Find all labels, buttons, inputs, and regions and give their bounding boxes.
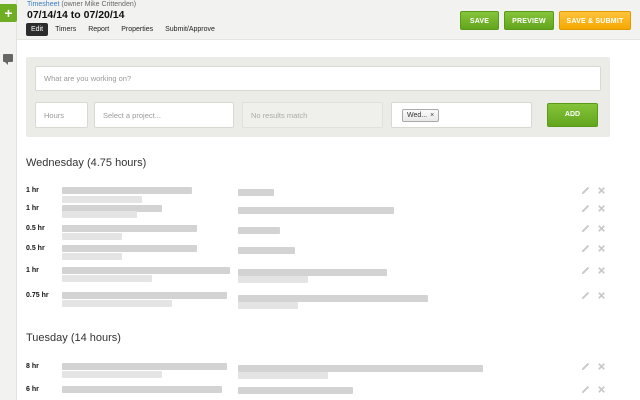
preview-button[interactable]: PREVIEW bbox=[504, 11, 554, 30]
pencil-icon[interactable] bbox=[580, 265, 591, 276]
pencil-icon[interactable] bbox=[580, 243, 591, 254]
tab-report[interactable]: Report bbox=[83, 23, 114, 36]
time-entry: 8 hr bbox=[26, 361, 612, 383]
project-select[interactable]: Select a project... bbox=[94, 102, 234, 128]
entry-notes-redacted bbox=[238, 269, 387, 276]
close-icon[interactable] bbox=[596, 223, 607, 234]
day-tag: Wed... × bbox=[402, 109, 440, 122]
pencil-icon[interactable] bbox=[580, 185, 591, 196]
entry-notes-redacted bbox=[238, 247, 295, 254]
entry-hours: 0.5 hr bbox=[26, 225, 45, 232]
entry-hours: 6 hr bbox=[26, 386, 39, 393]
entry-hours: 1 hr bbox=[26, 205, 39, 212]
pencil-icon[interactable] bbox=[580, 384, 591, 395]
entry-project-redacted bbox=[62, 187, 192, 194]
close-icon[interactable] bbox=[596, 185, 607, 196]
entry-project-redacted bbox=[62, 245, 197, 252]
entry-project-redacted bbox=[62, 386, 222, 393]
comment-icon[interactable] bbox=[3, 54, 13, 65]
entry-client-redacted bbox=[62, 211, 137, 218]
entry-hours: 1 hr bbox=[26, 187, 39, 194]
entry-notes-redacted bbox=[238, 189, 274, 196]
tab-properties[interactable]: Properties bbox=[116, 23, 158, 36]
day-title-wednesday: Wednesday (4.75 hours) bbox=[26, 157, 147, 169]
task-select-disabled: No results match bbox=[242, 102, 383, 128]
time-entry: 0.75 hr bbox=[26, 290, 612, 312]
entry-notes-redacted bbox=[238, 295, 428, 302]
tag-remove-icon[interactable]: × bbox=[430, 112, 434, 119]
entry-notes-redacted bbox=[238, 207, 394, 214]
entry-project-redacted bbox=[62, 225, 197, 232]
entry-client-redacted bbox=[62, 371, 162, 378]
close-icon[interactable] bbox=[596, 361, 607, 372]
save-button[interactable]: SAVE bbox=[460, 11, 499, 30]
close-icon[interactable] bbox=[596, 203, 607, 214]
add-timesheet-button[interactable]: + bbox=[0, 4, 17, 22]
day-select[interactable]: Wed... × bbox=[391, 102, 532, 128]
entry-notes-redacted bbox=[238, 276, 308, 283]
tab-edit[interactable]: Edit bbox=[26, 23, 49, 36]
entry-project-redacted bbox=[62, 363, 227, 370]
time-entry: 0.5 hr bbox=[26, 223, 612, 245]
tab-bar: Edit Timers Report Properties Submit/App… bbox=[26, 23, 220, 36]
entry-client-redacted bbox=[62, 275, 152, 282]
add-entry-button[interactable]: ADD bbox=[547, 103, 598, 127]
task-input[interactable]: What are you working on? bbox=[35, 66, 601, 91]
entry-client-redacted bbox=[62, 253, 122, 260]
breadcrumb-timesheet-link[interactable]: Timesheet bbox=[27, 1, 59, 8]
entry-notes-redacted bbox=[238, 387, 353, 394]
pencil-icon[interactable] bbox=[580, 203, 591, 214]
close-icon[interactable] bbox=[596, 384, 607, 395]
tab-timers[interactable]: Timers bbox=[50, 23, 81, 36]
day-title-tuesday: Tuesday (14 hours) bbox=[26, 332, 121, 344]
pencil-icon[interactable] bbox=[580, 290, 591, 301]
pencil-icon[interactable] bbox=[580, 223, 591, 234]
entry-hours: 8 hr bbox=[26, 363, 39, 370]
entry-notes-redacted bbox=[238, 302, 298, 309]
left-rail: + bbox=[0, 0, 17, 400]
entry-hours: 0.5 hr bbox=[26, 245, 45, 252]
entry-notes-redacted bbox=[238, 227, 280, 234]
day-tag-label: Wed... bbox=[407, 112, 428, 119]
time-entry: 1 hr bbox=[26, 265, 612, 287]
page-header: Timesheet (owner Mike Crittenden) 07/14/… bbox=[17, 0, 640, 40]
entry-client-redacted bbox=[62, 300, 172, 307]
breadcrumb: Timesheet (owner Mike Crittenden) bbox=[27, 1, 136, 8]
hours-input[interactable]: Hours bbox=[35, 102, 88, 128]
entry-hours: 0.75 hr bbox=[26, 292, 49, 299]
pencil-icon[interactable] bbox=[580, 361, 591, 372]
time-entry: 0.5 hr bbox=[26, 243, 612, 265]
close-icon[interactable] bbox=[596, 243, 607, 254]
entry-notes-redacted bbox=[238, 372, 328, 379]
time-entry: 6 hr bbox=[26, 384, 612, 400]
time-entry: 1 hr bbox=[26, 185, 612, 207]
entry-client-redacted bbox=[62, 196, 142, 203]
breadcrumb-owner: (owner Mike Crittenden) bbox=[61, 1, 137, 8]
entry-notes-redacted bbox=[238, 365, 483, 372]
save-submit-button[interactable]: SAVE & SUBMIT bbox=[559, 11, 631, 30]
entry-project-redacted bbox=[62, 267, 230, 274]
time-entry: 1 hr bbox=[26, 203, 612, 225]
tab-submit-approve[interactable]: Submit/Approve bbox=[160, 23, 220, 36]
entry-client-redacted bbox=[62, 233, 122, 240]
close-icon[interactable] bbox=[596, 265, 607, 276]
entry-project-redacted bbox=[62, 292, 227, 299]
page-title: 07/14/14 to 07/20/14 bbox=[27, 9, 125, 21]
close-icon[interactable] bbox=[596, 290, 607, 301]
entry-hours: 1 hr bbox=[26, 267, 39, 274]
